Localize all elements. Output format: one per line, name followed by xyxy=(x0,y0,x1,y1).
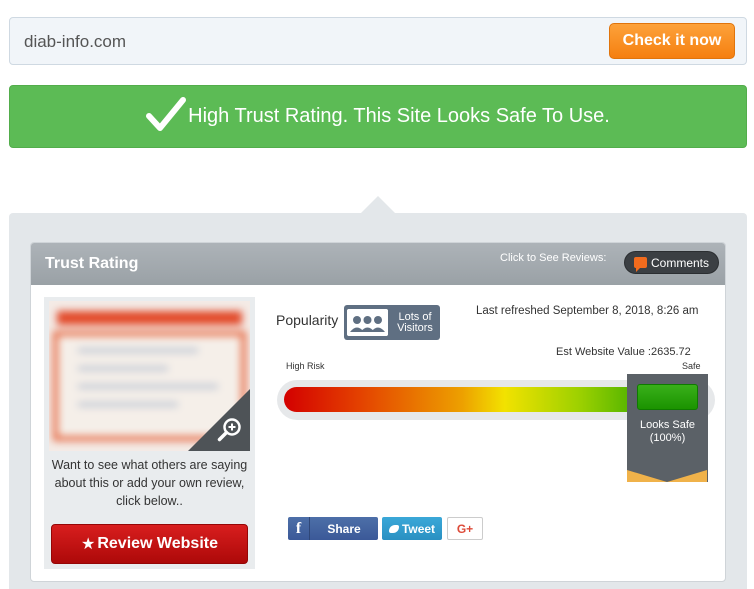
zoom-in-icon[interactable] xyxy=(217,417,243,443)
trust-banner: High Trust Rating. This Site Looks Safe … xyxy=(9,85,747,148)
card-header: Trust Rating Click to See Reviews: Comme… xyxy=(31,243,725,285)
safe-label: Safe xyxy=(682,361,701,371)
checkmark-icon xyxy=(146,96,187,131)
star-icon: ★ xyxy=(81,536,96,553)
comments-label: Comments xyxy=(650,255,709,270)
trust-indicator: Looks Safe (100%) xyxy=(627,374,708,482)
popularity-label: Popularity xyxy=(276,312,339,328)
safe-percent-text: (100%) xyxy=(649,432,686,444)
site-thumbnail[interactable] xyxy=(49,301,250,451)
last-refreshed: Last refreshed September 8, 2018, 8:26 a… xyxy=(476,305,699,317)
screenshot-column: Want to see what others are saying about… xyxy=(44,297,255,569)
twitter-tweet-button[interactable]: Tweet xyxy=(382,517,442,540)
search-bar: Check it now xyxy=(9,17,747,65)
review-website-label: Review Website xyxy=(97,535,218,552)
visitors-text: Lots of Visitors xyxy=(393,310,437,334)
google-plus-button[interactable]: G+ xyxy=(447,517,483,540)
facebook-share-button[interactable]: f Share xyxy=(288,517,378,540)
visitors-line1: Lots of xyxy=(398,310,432,323)
indicator-label: Looks Safe (100%) xyxy=(627,419,708,445)
twitter-icon xyxy=(388,524,399,533)
indicator-tip xyxy=(627,470,707,482)
card-title: Trust Rating xyxy=(45,255,139,272)
facebook-share-label: Share xyxy=(327,521,361,536)
review-prompt: Want to see what others are saying about… xyxy=(51,458,248,508)
trust-card: Trust Rating Click to See Reviews: Comme… xyxy=(30,242,726,582)
url-input[interactable] xyxy=(24,30,584,54)
looks-safe-text: Looks Safe xyxy=(639,419,696,431)
review-website-button[interactable]: ★ Review Website xyxy=(51,524,248,564)
comment-icon xyxy=(633,257,647,272)
comments-button[interactable]: Comments xyxy=(624,251,719,274)
est-website-value: Est Website Value :2635.72 xyxy=(556,346,691,358)
google-plus-icon: G+ xyxy=(456,521,474,536)
visitors-badge: Lots of Visitors xyxy=(344,305,440,340)
panel-notch xyxy=(360,196,396,214)
banner-message: High Trust Rating. This Site Looks Safe … xyxy=(188,105,610,127)
facebook-icon: f xyxy=(288,517,310,540)
visitors-line2: Visitors xyxy=(397,321,433,334)
people-icon xyxy=(347,309,388,336)
high-risk-label: High Risk xyxy=(286,361,325,371)
reviews-hint: Click to See Reviews: xyxy=(500,252,607,264)
indicator-fill xyxy=(637,384,698,410)
check-it-now-button[interactable]: Check it now xyxy=(609,23,735,59)
twitter-tweet-label: Tweet xyxy=(401,521,436,536)
